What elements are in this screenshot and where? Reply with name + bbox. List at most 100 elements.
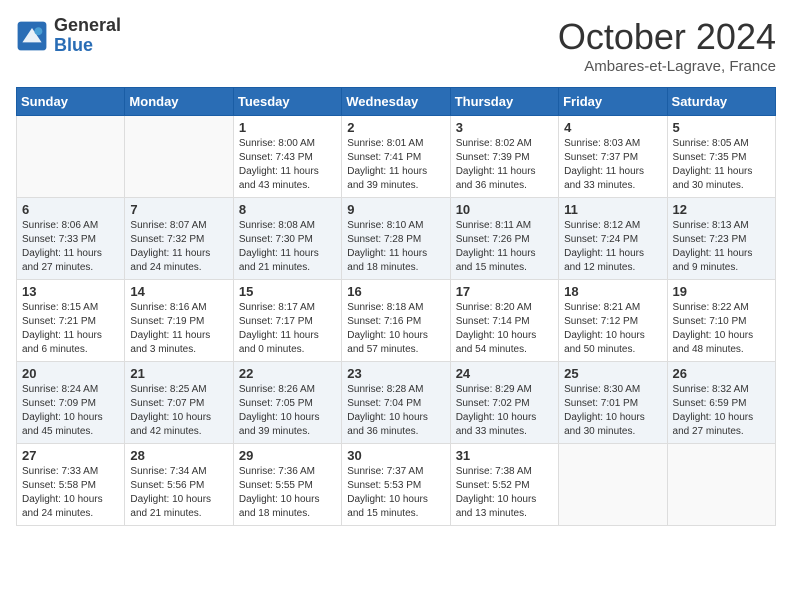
day-number: 13	[22, 284, 119, 299]
day-number: 12	[673, 202, 770, 217]
day-number: 9	[347, 202, 444, 217]
logo: General Blue	[16, 16, 121, 56]
day-info: Sunrise: 7:36 AMSunset: 5:55 PMDaylight:…	[239, 465, 336, 521]
weekday-header-saturday: Saturday	[667, 88, 775, 116]
calendar-cell: 12Sunrise: 8:13 AMSunset: 7:23 PMDayligh…	[667, 198, 775, 280]
calendar-cell: 21Sunrise: 8:25 AMSunset: 7:07 PMDayligh…	[125, 362, 233, 444]
calendar-cell: 13 Sunrise: 8:15 AMSunset: 7:21 PMDayligh…	[17, 280, 125, 362]
calendar-cell: 4 Sunrise: 8:03 AMSunset: 7:37 PMDaylight…	[559, 116, 667, 198]
day-info: Sunrise: 8:26 AMSunset: 7:05 PMDaylight:…	[239, 383, 336, 439]
calendar-week-2: 6 Sunrise: 8:06 AMSunset: 7:33 PMDaylight…	[17, 198, 776, 280]
calendar-cell: 25Sunrise: 8:30 AMSunset: 7:01 PMDayligh…	[559, 362, 667, 444]
day-number: 22	[239, 366, 336, 381]
day-number: 2	[347, 120, 444, 135]
day-number: 7	[130, 202, 227, 217]
day-number: 26	[673, 366, 770, 381]
calendar-cell: 28 Sunrise: 7:34 AMSunset: 5:56 PMDayligh…	[125, 444, 233, 526]
weekday-header-tuesday: Tuesday	[233, 88, 341, 116]
day-number: 20	[22, 366, 119, 381]
calendar-week-1: 1 Sunrise: 8:00 AMSunset: 7:43 PMDaylight…	[17, 116, 776, 198]
calendar-cell: 31 Sunrise: 7:38 AMSunset: 5:52 PMDayligh…	[450, 444, 558, 526]
calendar-cell: 15 Sunrise: 8:17 AMSunset: 7:17 PMDayligh…	[233, 280, 341, 362]
calendar-week-5: 27 Sunrise: 7:33 AMSunset: 5:58 PMDayligh…	[17, 444, 776, 526]
day-info: Sunrise: 8:30 AMSunset: 7:01 PMDaylight:…	[564, 383, 661, 439]
logo-general: General	[54, 16, 121, 36]
day-number: 10	[456, 202, 553, 217]
calendar-cell	[125, 116, 233, 198]
day-info: Sunrise: 7:34 AMSunset: 5:56 PMDaylight:…	[130, 465, 227, 521]
day-number: 11	[564, 202, 661, 217]
weekday-header-friday: Friday	[559, 88, 667, 116]
calendar-cell: 26 Sunrise: 8:32 AMSunset: 6:59 PMDayligh…	[667, 362, 775, 444]
day-info: Sunrise: 8:21 AMSunset: 7:12 PMDaylight:…	[564, 301, 661, 357]
day-info: Sunrise: 8:29 AMSunset: 7:02 PMDaylight:…	[456, 383, 553, 439]
day-number: 17	[456, 284, 553, 299]
calendar-cell: 3 Sunrise: 8:02 AMSunset: 7:39 PMDaylight…	[450, 116, 558, 198]
calendar-cell: 1 Sunrise: 8:00 AMSunset: 7:43 PMDaylight…	[233, 116, 341, 198]
calendar-cell: 11 Sunrise: 8:12 AMSunset: 7:24 PMDayligh…	[559, 198, 667, 280]
calendar-cell	[559, 444, 667, 526]
day-info: Sunrise: 8:06 AMSunset: 7:33 PMDaylight:…	[22, 219, 119, 275]
day-number: 24	[456, 366, 553, 381]
day-number: 28	[130, 448, 227, 463]
day-info: Sunrise: 7:33 AMSunset: 5:58 PMDaylight:…	[22, 465, 119, 521]
day-info: Sunrise: 8:24 AMSunset: 7:09 PMDaylight:…	[22, 383, 119, 439]
calendar-week-3: 13 Sunrise: 8:15 AMSunset: 7:21 PMDayligh…	[17, 280, 776, 362]
weekday-header-sunday: Sunday	[17, 88, 125, 116]
calendar-cell: 16 Sunrise: 8:18 AMSunset: 7:16 PMDayligh…	[342, 280, 450, 362]
day-number: 5	[673, 120, 770, 135]
calendar-cell: 18 Sunrise: 8:21 AMSunset: 7:12 PMDayligh…	[559, 280, 667, 362]
calendar-cell: 19 Sunrise: 8:22 AMSunset: 7:10 PMDayligh…	[667, 280, 775, 362]
calendar-cell: 14Sunrise: 8:16 AMSunset: 7:19 PMDayligh…	[125, 280, 233, 362]
day-number: 29	[239, 448, 336, 463]
day-info: Sunrise: 8:18 AMSunset: 7:16 PMDaylight:…	[347, 301, 444, 357]
day-number: 3	[456, 120, 553, 135]
day-number: 4	[564, 120, 661, 135]
calendar-cell	[667, 444, 775, 526]
calendar-cell: 9Sunrise: 8:10 AMSunset: 7:28 PMDaylight…	[342, 198, 450, 280]
day-info: Sunrise: 8:02 AMSunset: 7:39 PMDaylight:…	[456, 137, 553, 193]
day-number: 19	[673, 284, 770, 299]
location: Ambares-et-Lagrave, France	[558, 58, 776, 75]
day-info: Sunrise: 8:15 AMSunset: 7:21 PMDaylight:…	[22, 301, 119, 357]
calendar-cell: 7 Sunrise: 8:07 AMSunset: 7:32 PMDaylight…	[125, 198, 233, 280]
calendar-cell: 6 Sunrise: 8:06 AMSunset: 7:33 PMDaylight…	[17, 198, 125, 280]
day-number: 15	[239, 284, 336, 299]
day-number: 31	[456, 448, 553, 463]
day-info: Sunrise: 8:22 AMSunset: 7:10 PMDaylight:…	[673, 301, 770, 357]
weekday-header-wednesday: Wednesday	[342, 88, 450, 116]
day-number: 21	[130, 366, 227, 381]
calendar-cell: 22 Sunrise: 8:26 AMSunset: 7:05 PMDayligh…	[233, 362, 341, 444]
day-number: 16	[347, 284, 444, 299]
day-info: Sunrise: 8:03 AMSunset: 7:37 PMDaylight:…	[564, 137, 661, 193]
weekday-header-monday: Monday	[125, 88, 233, 116]
day-info: Sunrise: 8:05 AMSunset: 7:35 PMDaylight:…	[673, 137, 770, 193]
day-info: Sunrise: 8:07 AMSunset: 7:32 PMDaylight:…	[130, 219, 227, 275]
day-info: Sunrise: 8:12 AMSunset: 7:24 PMDaylight:…	[564, 219, 661, 275]
day-info: Sunrise: 8:00 AMSunset: 7:43 PMDaylight:…	[239, 137, 336, 193]
weekday-header-thursday: Thursday	[450, 88, 558, 116]
day-info: Sunrise: 8:11 AMSunset: 7:26 PMDaylight:…	[456, 219, 553, 275]
weekday-header-row: SundayMondayTuesdayWednesdayThursdayFrid…	[17, 88, 776, 116]
day-number: 27	[22, 448, 119, 463]
day-number: 18	[564, 284, 661, 299]
day-number: 6	[22, 202, 119, 217]
day-info: Sunrise: 8:32 AMSunset: 6:59 PMDaylight:…	[673, 383, 770, 439]
day-number: 14	[130, 284, 227, 299]
day-info: Sunrise: 8:28 AMSunset: 7:04 PMDaylight:…	[347, 383, 444, 439]
logo-blue: Blue	[54, 36, 121, 56]
title-block: October 2024 Ambares-et-Lagrave, France	[558, 16, 776, 75]
calendar-cell: 2Sunrise: 8:01 AMSunset: 7:41 PMDaylight…	[342, 116, 450, 198]
calendar-cell: 23 Sunrise: 8:28 AMSunset: 7:04 PMDayligh…	[342, 362, 450, 444]
day-info: Sunrise: 7:37 AMSunset: 5:53 PMDaylight:…	[347, 465, 444, 521]
day-number: 1	[239, 120, 336, 135]
day-number: 23	[347, 366, 444, 381]
calendar-cell: 20 Sunrise: 8:24 AMSunset: 7:09 PMDayligh…	[17, 362, 125, 444]
day-info: Sunrise: 8:20 AMSunset: 7:14 PMDaylight:…	[456, 301, 553, 357]
day-number: 30	[347, 448, 444, 463]
month-title: October 2024	[558, 16, 776, 58]
day-info: Sunrise: 8:17 AMSunset: 7:17 PMDaylight:…	[239, 301, 336, 357]
day-info: Sunrise: 7:38 AMSunset: 5:52 PMDaylight:…	[456, 465, 553, 521]
logo-text: General Blue	[54, 16, 121, 56]
page-header: General Blue October 2024 Ambares-et-Lag…	[16, 16, 776, 75]
